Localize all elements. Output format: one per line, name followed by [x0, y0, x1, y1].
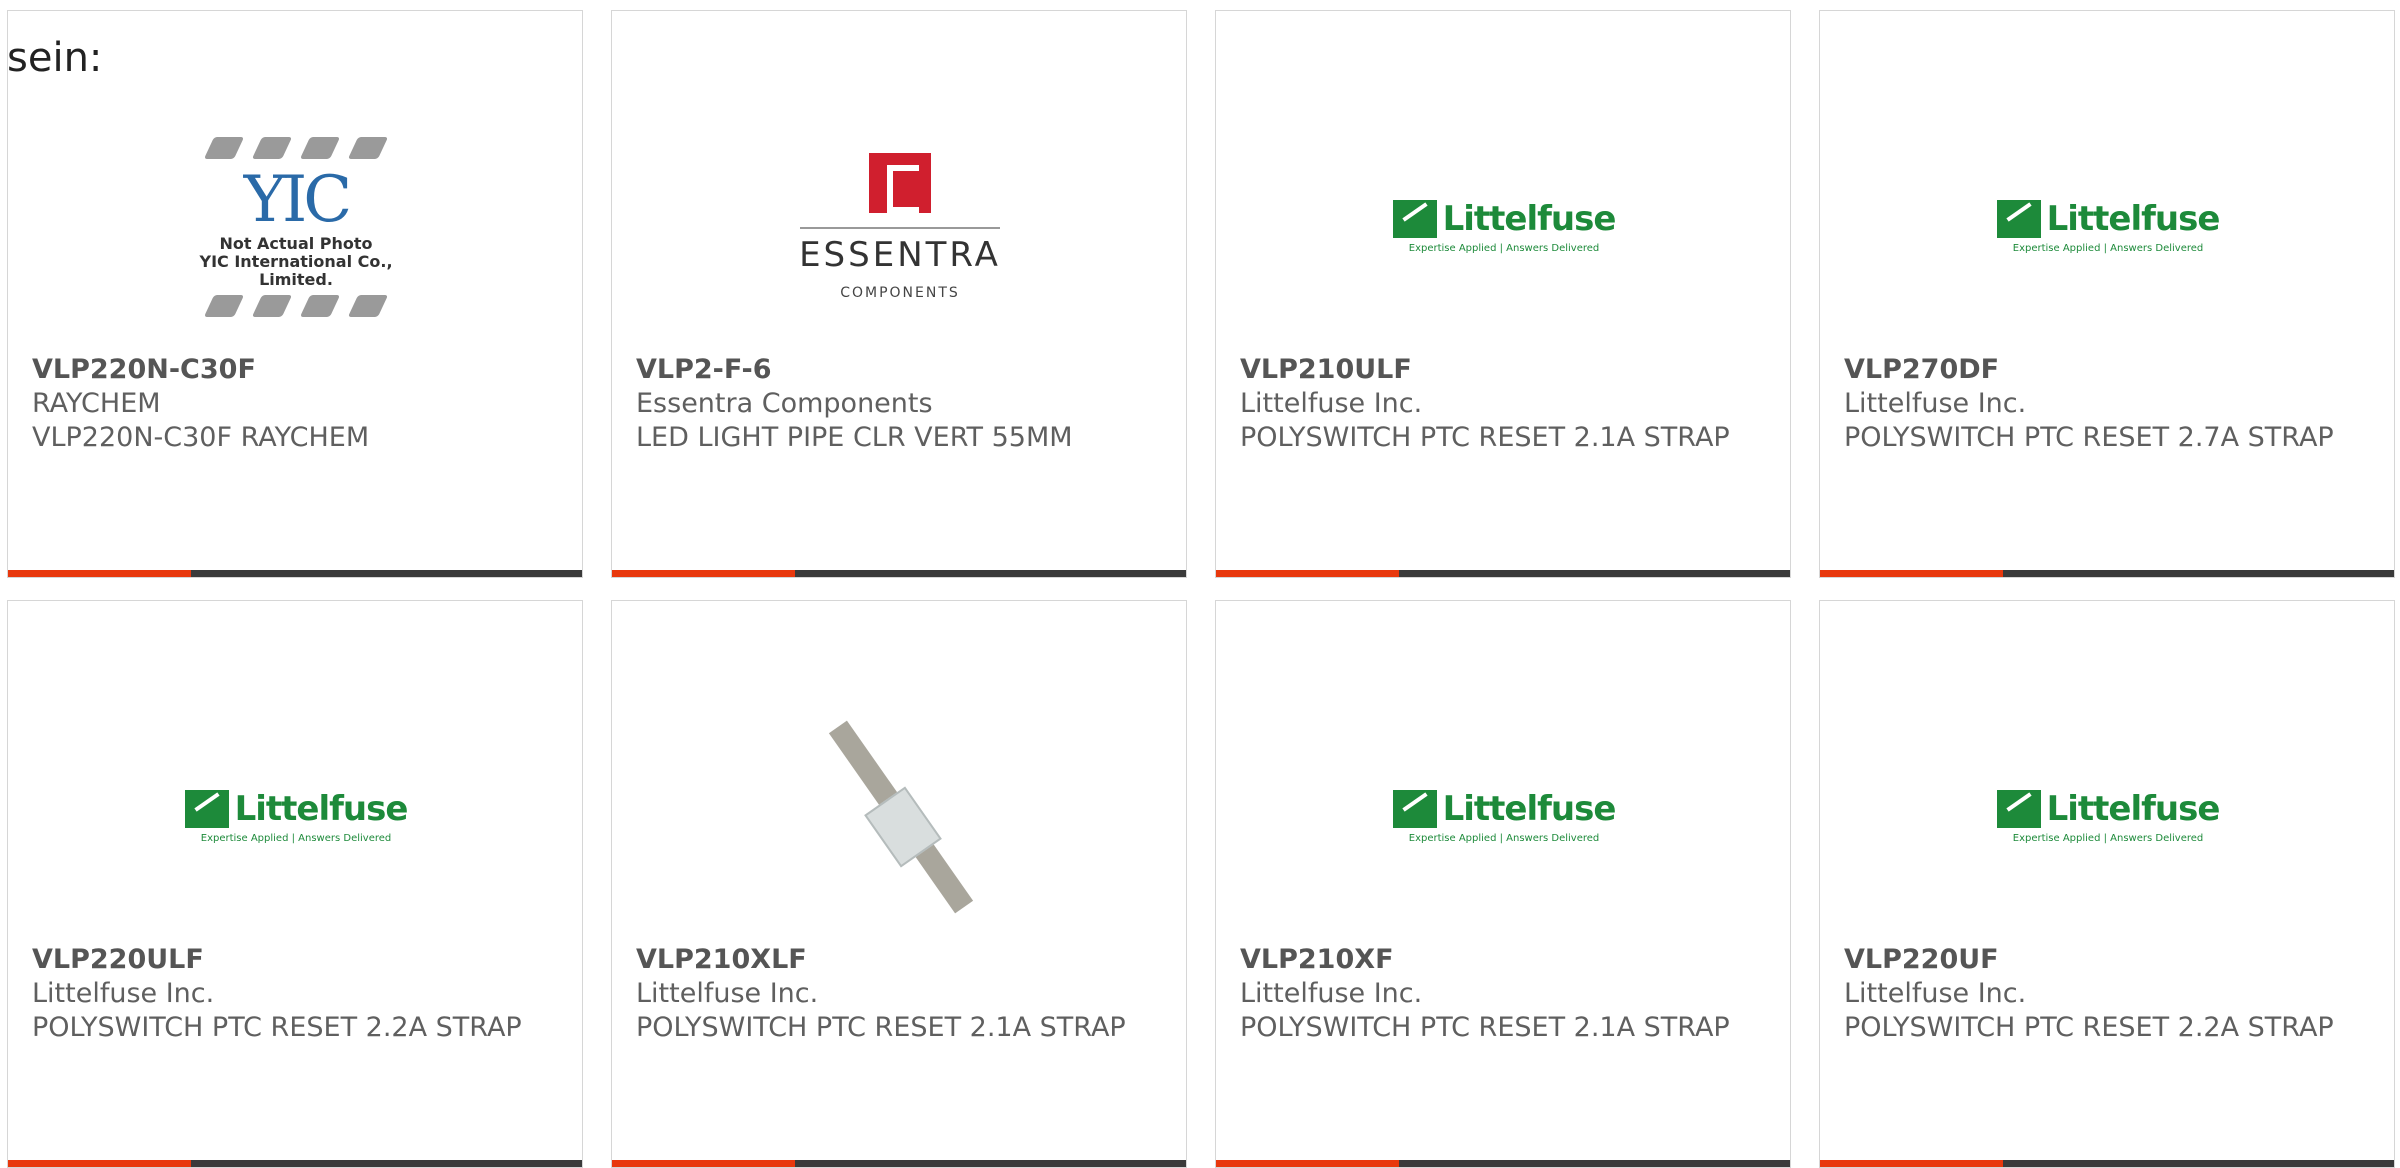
product-image[interactable]: ESSENTRA COMPONENTS — [799, 99, 1001, 354]
yic-placeholder-image: YIC Not Actual Photo YIC International Co… — [195, 131, 397, 323]
littelfuse-logo: Littelfuse Expertise Applied | Answers D… — [1392, 789, 1616, 844]
littelfuse-mark-icon — [184, 790, 229, 828]
description: POLYSWITCH PTC RESET 2.2A STRAP — [1844, 1012, 2334, 1043]
littelfuse-logo: Littelfuse Expertise Applied | Answers D… — [1996, 789, 2220, 844]
part-number[interactable]: VLP220ULF — [32, 943, 562, 977]
card-bar — [612, 1160, 1186, 1167]
littelfuse-mark-icon — [1996, 200, 2041, 238]
product-grid: YIC Not Actual Photo YIC International Co… — [0, 0, 2400, 1168]
description: POLYSWITCH PTC RESET 2.1A STRAP — [636, 1012, 1126, 1043]
manufacturer: Littelfuse Inc. — [1240, 388, 1423, 419]
product-card[interactable]: Littelfuse Expertise Applied | Answers D… — [1215, 600, 1791, 1168]
description: POLYSWITCH PTC RESET 2.7A STRAP — [1844, 422, 2334, 453]
part-number[interactable]: VLP210XF — [1240, 943, 1770, 977]
part-number[interactable]: VLP220N-C30F — [32, 353, 562, 387]
manufacturer: Littelfuse Inc. — [636, 978, 819, 1009]
product-card[interactable]: Littelfuse Expertise Applied | Answers D… — [1819, 600, 2395, 1168]
part-number[interactable]: VLP210ULF — [1240, 353, 1770, 387]
description: POLYSWITCH PTC RESET 2.1A STRAP — [1240, 1012, 1730, 1043]
manufacturer: Littelfuse Inc. — [1844, 388, 2027, 419]
card-bar — [612, 570, 1186, 577]
product-card[interactable]: ESSENTRA COMPONENTS VLP2-F-6 Essentra Co… — [611, 10, 1187, 578]
product-info: VLP210XLF Littelfuse Inc. POLYSWITCH PTC… — [636, 943, 1166, 1045]
card-bar — [1216, 570, 1790, 577]
product-info: VLP2-F-6 Essentra Components LED LIGHT P… — [636, 353, 1166, 455]
yic-logo: YIC — [243, 162, 352, 237]
essentra-logo: ESSENTRA COMPONENTS — [799, 152, 1001, 301]
littelfuse-mark-icon — [1392, 790, 1437, 828]
littelfuse-logo: Littelfuse Expertise Applied | Answers D… — [1996, 199, 2220, 254]
card-bar — [1216, 1160, 1790, 1167]
part-number[interactable]: VLP220UF — [1844, 943, 2374, 977]
product-info: VLP220N-C30F RAYCHEM VLP220N-C30F RAYCHE… — [32, 353, 562, 455]
card-bar — [1820, 570, 2394, 577]
part-number[interactable]: VLP210XLF — [636, 943, 1166, 977]
product-card[interactable]: Littelfuse Expertise Applied | Answers D… — [1215, 10, 1791, 578]
littelfuse-logo: Littelfuse Expertise Applied | Answers D… — [184, 789, 408, 844]
product-card[interactable]: VLP210XLF Littelfuse Inc. POLYSWITCH PTC… — [611, 600, 1187, 1168]
card-bar — [1820, 1160, 2394, 1167]
manufacturer: Littelfuse Inc. — [32, 978, 215, 1009]
strap-photo-image — [800, 717, 1000, 917]
essentra-e-icon — [869, 152, 931, 213]
littelfuse-logo: Littelfuse Expertise Applied | Answers D… — [1392, 199, 1616, 254]
yic-note: Not Actual Photo YIC International Co., L… — [199, 233, 393, 289]
manufacturer: RAYCHEM — [32, 388, 161, 419]
part-number[interactable]: VLP2-F-6 — [636, 353, 1166, 387]
product-image[interactable]: Littelfuse Expertise Applied | Answers D… — [1392, 689, 1616, 944]
product-info: VLP270DF Littelfuse Inc. POLYSWITCH PTC … — [1844, 353, 2374, 455]
product-info: VLP220ULF Littelfuse Inc. POLYSWITCH PTC… — [32, 943, 562, 1045]
product-info: VLP210ULF Littelfuse Inc. POLYSWITCH PTC… — [1240, 353, 1770, 455]
product-image[interactable]: YIC Not Actual Photo YIC International Co… — [195, 99, 397, 354]
description: VLP220N-C30F RAYCHEM — [32, 422, 370, 453]
product-card[interactable]: Littelfuse Expertise Applied | Answers D… — [1819, 10, 2395, 578]
product-image[interactable]: Littelfuse Expertise Applied | Answers D… — [184, 689, 408, 944]
intro-text: sein: — [7, 35, 103, 81]
product-card[interactable]: YIC Not Actual Photo YIC International Co… — [7, 10, 583, 578]
card-bar — [8, 570, 582, 577]
manufacturer: Essentra Components — [636, 388, 933, 419]
product-info: VLP220UF Littelfuse Inc. POLYSWITCH PTC … — [1844, 943, 2374, 1045]
description: LED LIGHT PIPE CLR VERT 55MM — [636, 422, 1073, 453]
description: POLYSWITCH PTC RESET 2.1A STRAP — [1240, 422, 1730, 453]
product-image[interactable]: Littelfuse Expertise Applied | Answers D… — [1996, 99, 2220, 354]
product-card[interactable]: Littelfuse Expertise Applied | Answers D… — [7, 600, 583, 1168]
manufacturer: Littelfuse Inc. — [1844, 978, 2027, 1009]
product-info: VLP210XF Littelfuse Inc. POLYSWITCH PTC … — [1240, 943, 1770, 1045]
card-bar — [8, 1160, 582, 1167]
littelfuse-mark-icon — [1996, 790, 2041, 828]
product-image[interactable] — [799, 689, 1001, 944]
description: POLYSWITCH PTC RESET 2.2A STRAP — [32, 1012, 522, 1043]
part-number[interactable]: VLP270DF — [1844, 353, 2374, 387]
product-image[interactable]: Littelfuse Expertise Applied | Answers D… — [1996, 689, 2220, 944]
product-image[interactable]: Littelfuse Expertise Applied | Answers D… — [1392, 99, 1616, 354]
littelfuse-mark-icon — [1392, 200, 1437, 238]
manufacturer: Littelfuse Inc. — [1240, 978, 1423, 1009]
